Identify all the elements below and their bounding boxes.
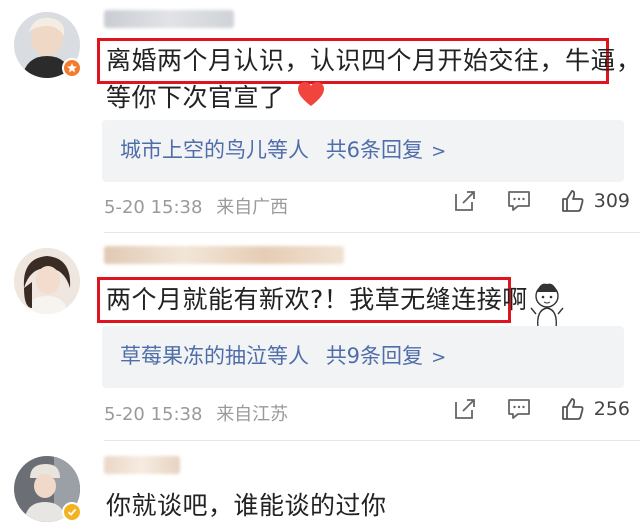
reply-panel[interactable]: 草莓果冻的抽泣等人 共9条回复 > xyxy=(102,326,624,388)
vip-badge-icon xyxy=(62,58,82,78)
reply-users: 草莓果冻的抽泣等人 xyxy=(120,344,309,368)
action-bar: 256 xyxy=(452,396,630,422)
comment-icon[interactable] xyxy=(506,396,532,422)
timestamp: 5-20 15:38 xyxy=(104,404,203,425)
reply-count: 共6条回复 xyxy=(325,138,424,162)
divider xyxy=(104,440,640,441)
heart-icon xyxy=(297,79,325,119)
location: 来自广西 xyxy=(216,197,289,218)
comment-meta: 5-20 15:38 来自江苏 xyxy=(104,400,296,426)
like-icon[interactable] xyxy=(560,396,586,422)
view-replies-link[interactable]: 城市上空的鸟儿等人 共6条回复 > xyxy=(120,134,446,168)
cartoon-sticker xyxy=(528,280,566,330)
verified-badge-icon xyxy=(62,502,82,522)
comment-text: 离婚两个月认识，认识四个月开始交往，牛逼， xyxy=(106,46,640,75)
username-obscured[interactable] xyxy=(104,246,344,264)
like-icon[interactable] xyxy=(560,188,586,214)
reply-users: 城市上空的鸟儿等人 xyxy=(120,138,309,162)
comment-text-line2: 等你下次官宣了 xyxy=(106,78,325,119)
chevron-right-icon: > xyxy=(431,347,447,368)
comment-text: 你就谈吧，谁能谈的过你 xyxy=(106,491,387,520)
share-icon[interactable] xyxy=(452,188,478,214)
reply-count: 共9条回复 xyxy=(325,344,424,368)
comment-text: 两个月就能有新欢?！我草无缝连接啊 xyxy=(106,285,528,314)
comment-icon[interactable] xyxy=(506,188,532,214)
share-icon[interactable] xyxy=(452,396,478,422)
avatar[interactable] xyxy=(14,248,80,314)
like-count: 309 xyxy=(593,190,630,212)
location: 来自江苏 xyxy=(216,404,289,425)
username-obscured[interactable] xyxy=(104,456,180,474)
reply-panel[interactable]: 城市上空的鸟儿等人 共6条回复 > xyxy=(102,120,624,182)
username-obscured[interactable] xyxy=(104,10,234,28)
action-bar: 309 xyxy=(452,188,630,214)
chevron-right-icon: > xyxy=(431,141,447,162)
view-replies-link[interactable]: 草莓果冻的抽泣等人 共9条回复 > xyxy=(120,340,446,374)
comment-meta: 5-20 15:38 来自广西 xyxy=(104,193,296,219)
timestamp: 5-20 15:38 xyxy=(104,197,203,218)
comment-1: 离婚两个月认识，认识四个月开始交往，牛逼， 等你下次官宣了 城市上空的鸟儿等人 … xyxy=(0,0,640,233)
like-count: 256 xyxy=(593,398,630,420)
divider xyxy=(104,232,640,233)
